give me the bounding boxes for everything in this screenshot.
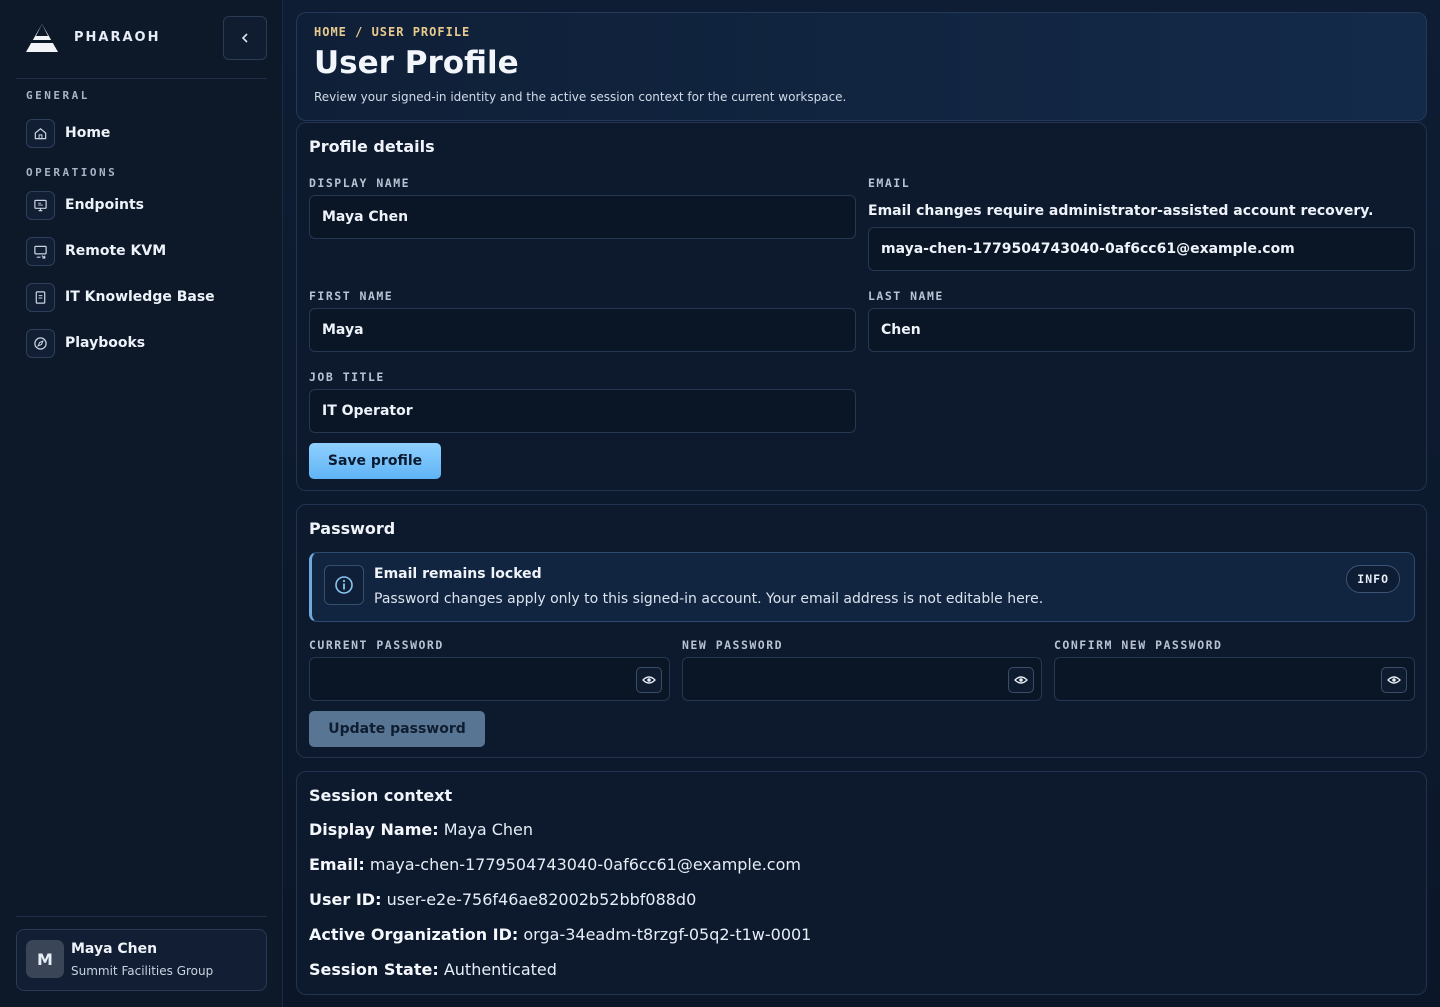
eye-icon[interactable] (1008, 667, 1034, 693)
password-card: Password Email remains locked Password c… (296, 504, 1427, 758)
app-root: PHARAOH GENERAL Home OPERATIONS Endpoint… (0, 0, 1440, 1007)
session-row-state: Session State: Authenticated (309, 960, 557, 979)
sidebar-item-endpoints[interactable]: Endpoints (26, 190, 266, 220)
update-password-button[interactable]: Update password (309, 711, 485, 747)
alert-title: Email remains locked (374, 566, 542, 582)
alert-body: Password changes apply only to this sign… (374, 591, 1044, 607)
email-field: maya-chen-1779504743040-0af6cc61@example… (868, 227, 1415, 271)
new-password-field[interactable] (682, 657, 1042, 701)
session-key: Display Name: (309, 820, 439, 839)
sidebar-item-label: Home (65, 125, 111, 141)
job-title-label: JOB TITLE (309, 370, 385, 384)
sidebar-divider (16, 78, 267, 79)
display-name-field[interactable]: Maya Chen (309, 195, 856, 239)
session-value: maya-chen-1779504743040-0af6cc61@example… (369, 855, 801, 874)
info-badge: INFO (1346, 565, 1400, 593)
sidebar-item-label: Endpoints (65, 197, 144, 213)
current-password-label: CURRENT PASSWORD (309, 638, 444, 652)
session-key: Session State: (309, 960, 439, 979)
new-password-label: NEW PASSWORD (682, 638, 784, 652)
monitor-icon (26, 190, 55, 220)
first-name-label: FIRST NAME (309, 289, 394, 303)
last-name-label: LAST NAME (868, 289, 944, 303)
book-icon (26, 282, 55, 312)
session-row-organization-id: Active Organization ID: orga-34eadm-t8rz… (309, 925, 811, 944)
session-value: orga-34eadm-t8rzgf-05q2-t1w-0001 (523, 925, 812, 944)
profile-details-card: Profile details DISPLAY NAME Maya Chen E… (296, 122, 1427, 491)
sidebar-item-it-knowledge-base[interactable]: IT Knowledge Base (26, 282, 266, 312)
chevron-left-icon (241, 33, 248, 43)
brand-name: PHARAOH (74, 30, 161, 45)
sidebar-item-label: Playbooks (65, 335, 146, 351)
eye-icon[interactable] (1381, 667, 1407, 693)
remote-screen-icon (26, 236, 55, 266)
card-title: Profile details (309, 137, 435, 156)
current-password-field[interactable] (309, 657, 670, 701)
session-context-card: Session context Display Name: Maya Chen … (296, 771, 1427, 995)
job-title-field[interactable]: IT Operator (309, 389, 856, 433)
session-row-email: Email: maya-chen-1779504743040-0af6cc61@… (309, 855, 801, 874)
page-header: HOME / USER PROFILE User Profile Review … (296, 12, 1427, 121)
session-key: Email: (309, 855, 365, 874)
collapse-sidebar-button[interactable] (223, 16, 267, 60)
sidebar-item-remote-kvm[interactable]: Remote KVM (26, 236, 266, 266)
display-name-label: DISPLAY NAME (309, 176, 411, 190)
sidebar: PHARAOH GENERAL Home OPERATIONS Endpoint… (0, 0, 283, 1007)
session-value: Authenticated (443, 960, 557, 979)
pyramid-logo-icon (26, 24, 58, 52)
info-icon (324, 565, 364, 605)
session-row-display-name: Display Name: Maya Chen (309, 820, 533, 839)
breadcrumb: HOME / USER PROFILE (314, 25, 471, 39)
session-key: User ID: (309, 890, 382, 909)
session-key: Active Organization ID: (309, 925, 519, 944)
session-value: user-e2e-756f46ae82002b52bbf088d0 (386, 890, 697, 909)
user-name: Maya Chen (71, 941, 158, 957)
card-title: Password (309, 519, 396, 538)
user-menu[interactable]: M Maya Chen Summit Facilities Group (16, 929, 267, 991)
compass-icon (26, 328, 55, 358)
main-content: HOME / USER PROFILE User Profile Review … (283, 0, 1440, 1007)
email-note: Email changes require administrator-assi… (868, 203, 1374, 219)
section-label-general: GENERAL (26, 89, 90, 102)
sidebar-item-playbooks[interactable]: Playbooks (26, 328, 266, 358)
home-icon (26, 118, 55, 148)
page-title: User Profile (314, 45, 519, 81)
sidebar-item-label: IT Knowledge Base (65, 289, 215, 305)
card-title: Session context (309, 786, 453, 805)
email-locked-alert: Email remains locked Password changes ap… (309, 552, 1415, 622)
session-row-user-id: User ID: user-e2e-756f46ae82002b52bbf088… (309, 890, 696, 909)
user-organization: Summit Facilities Group (71, 964, 214, 978)
last-name-field[interactable]: Chen (868, 308, 1415, 352)
save-profile-button[interactable]: Save profile (309, 443, 441, 479)
section-label-operations: OPERATIONS (26, 166, 118, 179)
sidebar-item-label: Remote KVM (65, 243, 167, 259)
session-value: Maya Chen (443, 820, 533, 839)
confirm-password-label: CONFIRM NEW PASSWORD (1054, 638, 1223, 652)
sidebar-item-home[interactable]: Home (26, 118, 266, 148)
page-subtitle: Review your signed-in identity and the a… (314, 90, 847, 104)
sidebar-divider (16, 916, 267, 917)
avatar: M (26, 940, 64, 978)
eye-icon[interactable] (636, 667, 662, 693)
email-label: EMAIL (868, 176, 911, 190)
brand: PHARAOH (0, 0, 283, 78)
confirm-password-field[interactable] (1054, 657, 1415, 701)
first-name-field[interactable]: Maya (309, 308, 856, 352)
